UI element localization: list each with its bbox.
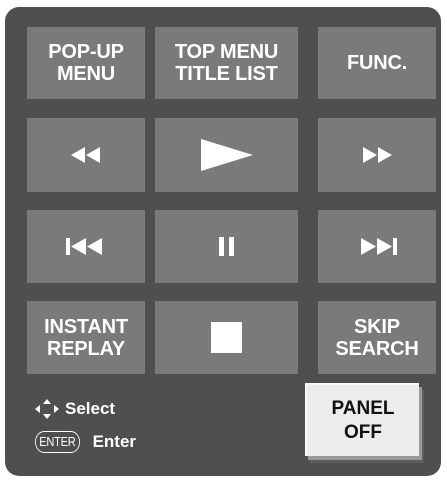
four-way-arrows-icon	[35, 399, 59, 419]
skip-forward-button[interactable]	[318, 210, 436, 283]
popup-menu-label-line1: POP-UP	[48, 41, 124, 63]
play-icon	[200, 139, 253, 171]
func-label: FUNC.	[346, 52, 408, 74]
top-menu-title-list-button[interactable]: TOP MENU TITLE LIST	[155, 27, 298, 99]
panel-off-button[interactable]: PANEL OFF	[305, 383, 419, 456]
panel-off-label-line2: OFF	[343, 421, 382, 443]
rewind-icon	[71, 147, 100, 163]
top-menu-label-line2: TITLE LIST	[175, 63, 278, 85]
rewind-button[interactable]	[27, 118, 145, 192]
pause-button[interactable]	[155, 210, 298, 283]
fast-forward-button[interactable]	[318, 118, 436, 192]
skip-search-label-line1: SKIP	[354, 315, 400, 338]
instant-replay-button[interactable]: INSTANT REPLAY	[27, 301, 145, 374]
stop-icon	[211, 322, 242, 353]
play-button[interactable]	[155, 118, 298, 192]
select-legend-label: Select	[65, 399, 116, 418]
panel-off-label-line1: PANEL	[331, 397, 395, 419]
skip-search-button[interactable]: SKIP SEARCH	[318, 301, 436, 374]
skip-back-icon	[66, 238, 102, 255]
popup-menu-button[interactable]: POP-UP MENU	[27, 27, 145, 99]
instant-replay-label-line1: INSTANT	[44, 315, 128, 338]
popup-menu-label-line2: MENU	[56, 63, 116, 85]
remote-control-panel: POP-UP MENU TOP MENU TITLE LIST FUNC. IN…	[5, 7, 441, 476]
enter-legend-label: Enter	[92, 432, 137, 451]
func-button[interactable]: FUNC.	[318, 27, 436, 99]
select-legend: Select	[35, 399, 115, 419]
skip-search-label-line2: SEARCH	[335, 337, 419, 360]
enter-legend: ENTER Enter	[35, 431, 136, 453]
enter-badge-icon: ENTER	[35, 431, 80, 453]
skip-back-button[interactable]	[27, 210, 145, 283]
stop-button[interactable]	[155, 301, 298, 374]
pause-icon	[218, 237, 234, 256]
top-menu-label-line1: TOP MENU	[174, 41, 279, 63]
fast-forward-icon	[363, 147, 392, 163]
skip-forward-icon	[361, 238, 397, 255]
instant-replay-label-line2: REPLAY	[46, 337, 126, 360]
